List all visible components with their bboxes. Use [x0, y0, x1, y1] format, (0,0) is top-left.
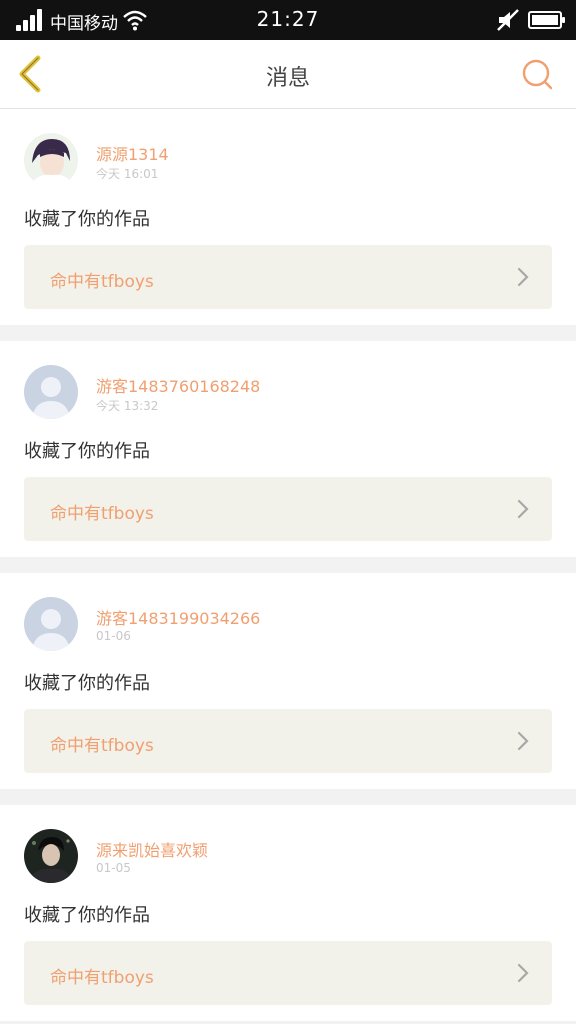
work-title: 命中有tfboys: [50, 968, 154, 988]
username[interactable]: 源源1314: [96, 141, 169, 165]
timestamp: 今天 16:01: [96, 167, 159, 181]
username[interactable]: 游客1483760168248: [96, 373, 260, 397]
avatar[interactable]: [24, 597, 78, 651]
work-title: 命中有tfboys: [50, 736, 154, 756]
username[interactable]: 游客1483199034266: [96, 605, 260, 629]
chevron-right-icon: [517, 731, 529, 751]
avatar[interactable]: [24, 829, 78, 883]
avatar[interactable]: [24, 133, 78, 187]
avatar[interactable]: [24, 365, 78, 419]
timestamp: 01-06: [96, 629, 131, 643]
work-title: 命中有tfboys: [50, 272, 154, 292]
status-time: 21:27: [256, 7, 320, 31]
timestamp: 今天 13:32: [96, 399, 159, 413]
mute-icon: [497, 9, 519, 31]
username[interactable]: 源来凯始喜欢颖: [96, 837, 208, 861]
action-text: 收藏了你的作品: [24, 905, 150, 926]
work-title: 命中有tfboys: [50, 504, 154, 524]
work-link[interactable]: 命中有tfboys: [24, 477, 552, 541]
action-text: 收藏了你的作品: [24, 441, 150, 462]
action-text: 收藏了你的作品: [24, 209, 150, 230]
chevron-right-icon: [517, 499, 529, 519]
work-link[interactable]: 命中有tfboys: [24, 245, 552, 309]
photo-avatar-dark-icon: [24, 829, 78, 883]
timestamp: 01-05: [96, 861, 131, 875]
chevron-right-icon: [517, 963, 529, 983]
message-card: 游客1483760168248 今天 13:32 收藏了你的作品 命中有tfbo…: [0, 341, 576, 557]
search-icon[interactable]: [520, 57, 554, 91]
default-avatar-icon: [24, 597, 78, 651]
photo-avatar-girl-icon: [24, 133, 78, 187]
page-title: 消息: [265, 66, 310, 91]
work-link[interactable]: 命中有tfboys: [24, 941, 552, 1005]
work-link[interactable]: 命中有tfboys: [24, 709, 552, 773]
battery-icon: [528, 11, 565, 29]
action-text: 收藏了你的作品: [24, 673, 150, 694]
chevron-right-icon: [517, 267, 529, 287]
message-card: 游客1483199034266 01-06 收藏了你的作品 命中有tfboys: [0, 573, 576, 789]
default-avatar-icon: [24, 365, 78, 419]
nav-bar: 消息: [0, 40, 576, 109]
message-card: 源源1314 今天 16:01 收藏了你的作品 命中有tfboys: [0, 109, 576, 325]
status-bar: 中国移动 21:27: [0, 0, 576, 40]
message-card: 源来凯始喜欢颖 01-05 收藏了你的作品 命中有tfboys: [0, 805, 576, 1021]
